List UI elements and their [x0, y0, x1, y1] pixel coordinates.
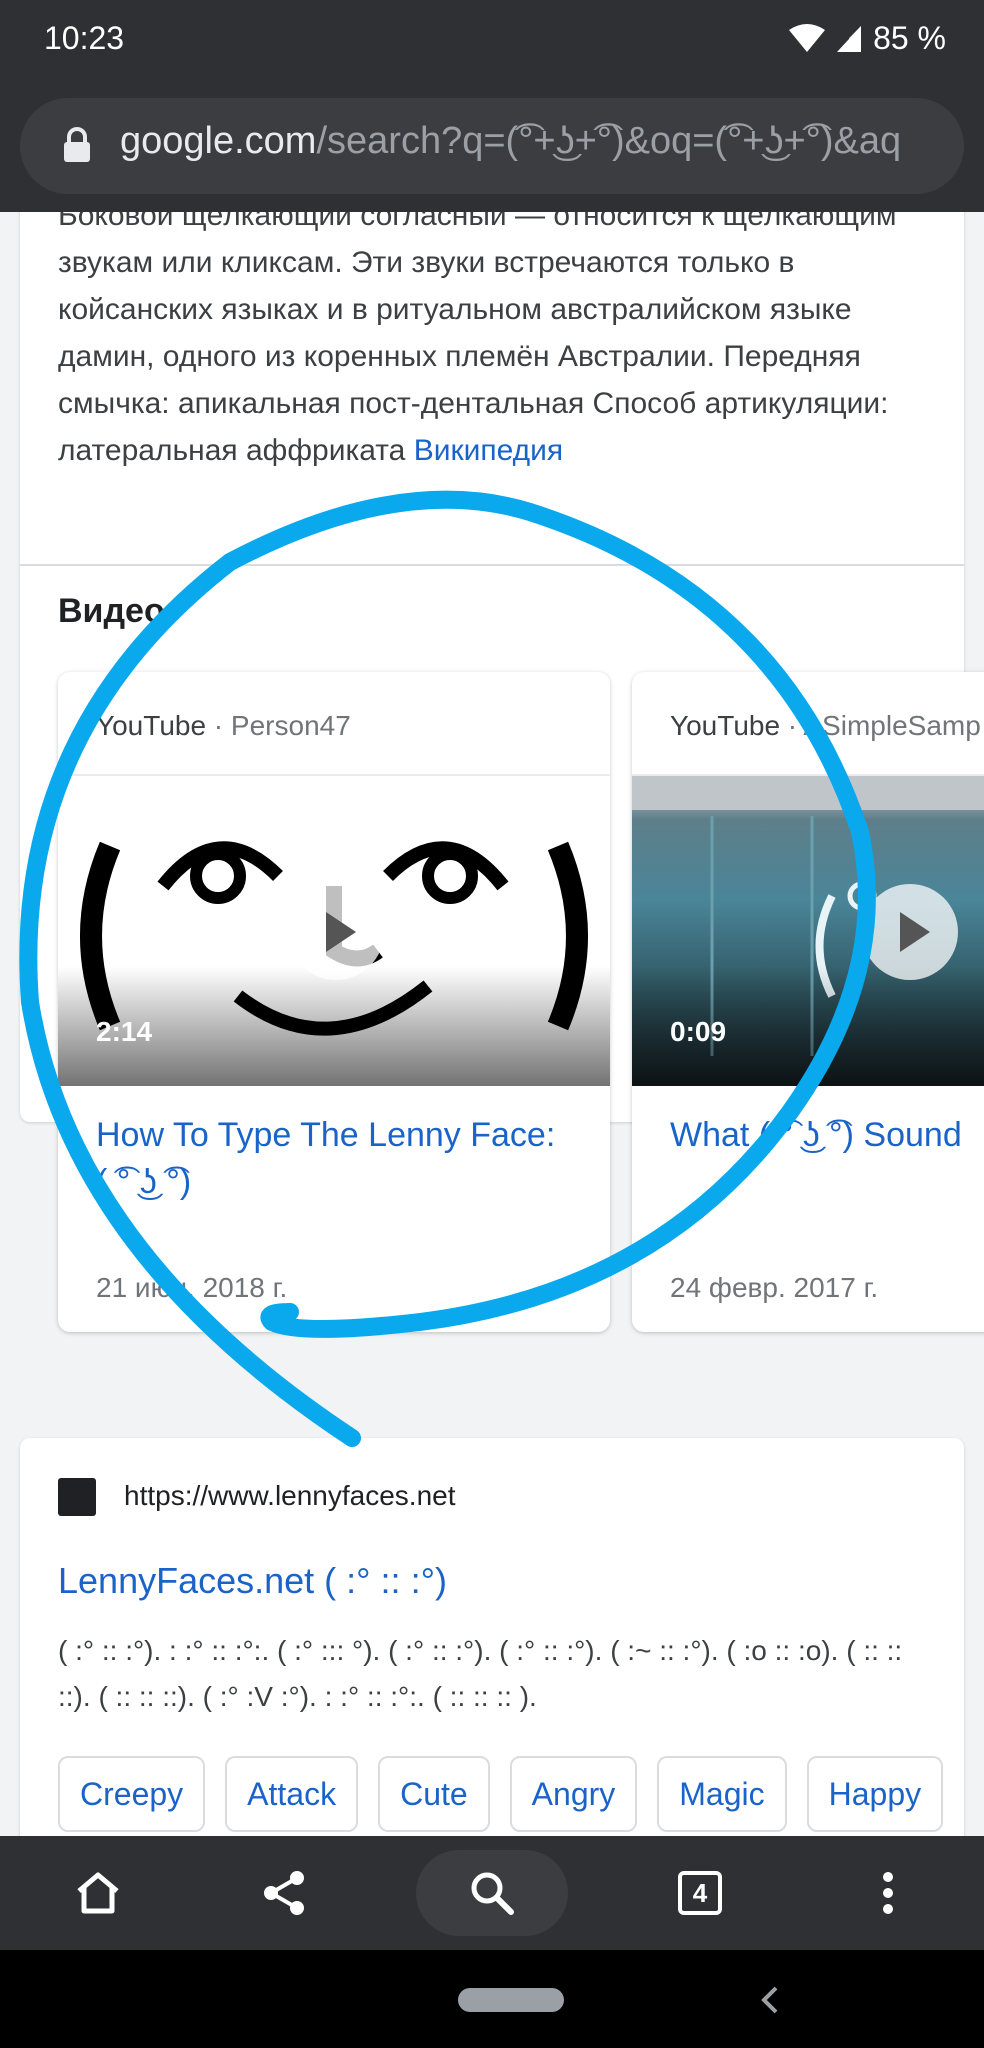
tab-count: 4 [692, 1877, 708, 1908]
play-icon[interactable] [288, 884, 384, 980]
page-content: Боковой щёлкающий согласный — относится … [0, 212, 984, 1836]
chip-magic[interactable]: Magic [657, 1756, 787, 1832]
result-title[interactable]: LennyFaces.net ( :° :: :°) [58, 1560, 447, 1602]
chip-attack[interactable]: Attack [225, 1756, 359, 1832]
video-title[interactable]: How To Type The Lenny Face:( ͡° ͜ʖ ͡°) [96, 1112, 566, 1206]
video-thumbnail[interactable]: 0:09 [632, 776, 984, 1086]
chip-happy[interactable]: Happy [806, 1756, 944, 1832]
video-platform: YouTube [96, 710, 207, 741]
result-url[interactable]: https://www.lennyfaces.net [124, 1480, 456, 1512]
video-source: YouTube · ASimpleSamp [670, 710, 981, 741]
tab-count-icon: 4 [678, 1871, 722, 1915]
wifi-icon [789, 23, 826, 52]
video-thumbnail[interactable]: 2:14 [58, 776, 610, 1086]
video-channel: Person47 [230, 710, 351, 741]
url-text: google.com/search?q=(͡°+͜ʖ+͡°)&oq=(͡°+͜ʖ… [120, 120, 901, 163]
back-icon[interactable] [760, 1986, 780, 2014]
video-card-1[interactable]: YouTube · Person47 2:14 How To Type The … [58, 672, 610, 1332]
video-duration: 0:09 [670, 1016, 727, 1047]
snippet-text: Боковой щёлкающий согласный — относится … [58, 212, 897, 467]
status-time: 10:23 [44, 20, 125, 56]
search-button[interactable] [416, 1850, 568, 1936]
home-button[interactable] [38, 1836, 158, 1950]
more-vert-icon [883, 1872, 893, 1914]
video-date: 24 февр. 2017 г. [670, 1272, 879, 1303]
search-result-card: https://www.lennyfaces.net LennyFaces.ne… [20, 1438, 964, 1836]
browser-toolbar: 4 [0, 1836, 984, 1950]
status-icons: 85 % [789, 20, 946, 57]
search-icon [471, 1872, 514, 1915]
video-source: YouTube · Person47 [96, 710, 351, 741]
url-domain: google.com [120, 120, 317, 162]
play-icon[interactable] [862, 884, 958, 980]
tabs-button[interactable]: 4 [640, 1836, 760, 1950]
video-channel: ASimpleSamp [803, 710, 981, 741]
cell-signal-icon [837, 25, 862, 52]
section-divider [20, 564, 964, 566]
result-chips: Creepy Attack Cute Angry Magic Happy [58, 1756, 944, 1832]
video-card-2[interactable]: YouTube · ASimpleSamp 0:09 What ( ͡° ͜ʖ … [632, 672, 984, 1332]
wikipedia-link[interactable]: Википедия [414, 434, 563, 467]
video-platform: YouTube [670, 710, 781, 741]
video-duration: 2:14 [96, 1016, 153, 1047]
knowledge-snippet: Боковой щёлкающий согласный — относится … [58, 212, 928, 474]
home-gesture-pill[interactable] [458, 1988, 564, 2012]
videos-heading: Видео [58, 592, 165, 630]
video-date: 21 июн. 2018 г. [96, 1272, 288, 1303]
status-bar: 10:23 85 % [0, 0, 984, 80]
chip-cute[interactable]: Cute [378, 1756, 490, 1832]
home-icon [77, 1872, 119, 1914]
url-path: /search?q=(͡°+͜ʖ+͡°)&oq=(͡°+͜ʖ+͡°)&aq [316, 120, 902, 162]
result-snippet: ( :° :: :°). : :° :: :°:. ( :° ::: °). (… [58, 1635, 903, 1712]
knowledge-card: Боковой щёлкающий согласный — относится … [20, 212, 984, 1332]
video-title[interactable]: What ( ͡° ͜ʖ ͡°) Sound [670, 1112, 984, 1159]
battery-percent: 85 % [873, 20, 946, 56]
address-bar-area: google.com/search?q=(͡°+͜ʖ+͡°)&oq=(͡°+͜ʖ… [0, 80, 984, 212]
lock-icon [64, 127, 90, 162]
chip-angry[interactable]: Angry [509, 1756, 638, 1832]
menu-button[interactable] [828, 1836, 948, 1950]
share-button[interactable] [224, 1836, 344, 1950]
system-nav-bar [0, 1950, 984, 2048]
share-icon [264, 1871, 304, 1915]
chip-creepy[interactable]: Creepy [58, 1756, 206, 1832]
site-favicon [58, 1478, 96, 1516]
address-bar[interactable]: google.com/search?q=(͡°+͜ʖ+͡°)&oq=(͡°+͜ʖ… [20, 98, 964, 194]
